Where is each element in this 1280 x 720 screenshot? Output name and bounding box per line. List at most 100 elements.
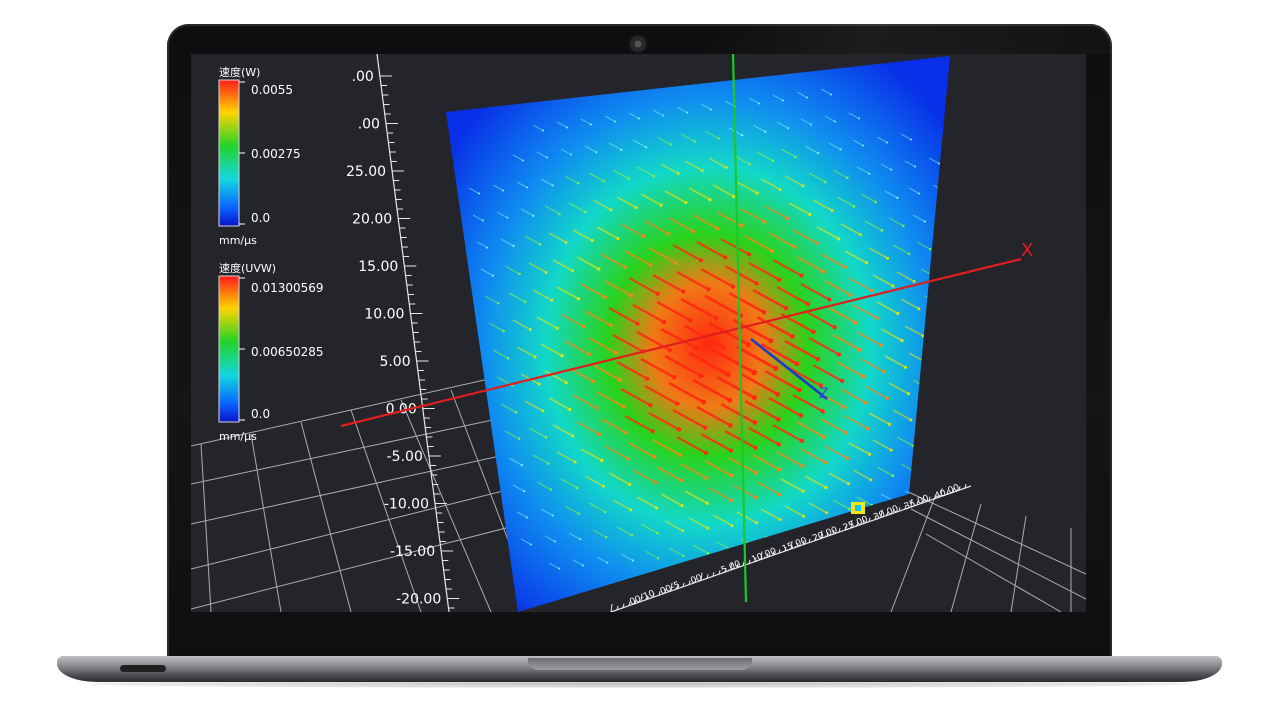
y-tick-label: .00 — [358, 117, 380, 133]
velocity-vector-head — [520, 463, 524, 467]
velocity-vector-head — [704, 476, 709, 480]
velocity-vector-head — [486, 246, 489, 249]
y-tick-label: 20.00 — [352, 212, 392, 228]
velocity-vector-head — [694, 346, 699, 351]
velocity-vector-head — [914, 165, 916, 168]
velocity-vector-head — [822, 434, 827, 439]
velocity-vector — [936, 376, 950, 386]
velocity-vector-head — [582, 564, 584, 567]
legend-uvw: 速度(UVW) 0.01300569 0.00650285 0.0 mm/μs — [218, 261, 324, 443]
velocity-vector-head — [830, 208, 834, 212]
velocity-vector-head — [847, 507, 851, 511]
velocity-vector-head — [907, 252, 911, 256]
velocity-vector-head — [669, 143, 672, 146]
velocity-vector-head — [858, 117, 860, 120]
velocity-vector-head — [830, 93, 832, 96]
velocity-vector-head — [724, 166, 728, 169]
velocity-vector-head — [891, 474, 895, 478]
velocity-vector-head — [544, 271, 548, 274]
velocity-vector — [957, 347, 969, 353]
velocity-vector-head — [748, 162, 752, 166]
velocity-vector-head — [825, 511, 829, 515]
velocity-vector-head — [887, 422, 892, 426]
velocity-vector-head — [868, 172, 871, 175]
velocity-vector-head — [846, 482, 851, 486]
velocity-vector-head — [666, 232, 671, 236]
velocity-vector-head — [626, 456, 630, 461]
velocity-vector-head — [955, 271, 957, 273]
velocity-vector-head — [783, 305, 789, 311]
velocity-vector-head — [506, 357, 510, 360]
velocity-vector-head — [523, 300, 527, 304]
velocity-vector-head — [655, 291, 660, 296]
velocity-vector-head — [706, 552, 710, 555]
velocity-vector-head — [776, 442, 781, 447]
velocity-vector-head — [758, 102, 760, 105]
velocity-vector — [936, 211, 948, 218]
velocity-vector-head — [680, 503, 684, 508]
velocity-vector-head — [478, 192, 480, 195]
velocity-vector-head — [514, 410, 518, 414]
velocity-vector — [948, 292, 950, 301]
velocity-vector-head — [802, 514, 806, 518]
velocity-vector-head — [896, 196, 899, 199]
velocity-vector-head — [789, 333, 795, 339]
velocity-vector-head — [676, 427, 682, 432]
velocity-vector-head — [824, 485, 828, 490]
velocity-vector-head — [886, 141, 888, 144]
velocity-vector-head — [754, 495, 758, 500]
velocity-vector-head — [871, 529, 874, 532]
x-tick-label: 30.00 — [872, 504, 900, 523]
velocity-vector-head — [526, 516, 528, 519]
velocity-vector-head — [858, 233, 862, 237]
legend-uvw-mid: 0.00650285 — [251, 345, 324, 359]
velocity-vector-head — [785, 216, 790, 221]
velocity-vector-head — [517, 437, 521, 440]
legend-w-unit: mm/μs — [219, 234, 257, 247]
velocity-vector-head — [542, 129, 544, 132]
velocity-vector-head — [845, 456, 850, 461]
velocity-vector-head — [950, 244, 952, 246]
velocity-vector-head — [645, 376, 650, 381]
velocity-vector-head — [555, 326, 559, 330]
velocity-vector-head — [529, 328, 532, 332]
legend-uvw-title: 速度(UVW) — [219, 261, 276, 275]
velocity-vector-head — [723, 255, 728, 260]
velocity-vector-head — [546, 156, 548, 159]
velocity-vector-head — [582, 324, 586, 329]
velocity-vector-head — [491, 274, 495, 277]
velocity-vector-head — [777, 467, 782, 472]
lid-reflection — [700, 24, 1112, 54]
velocity-vector-head — [874, 316, 879, 320]
velocity-vector-head — [725, 371, 731, 378]
velocity-vector-head — [918, 192, 920, 195]
velocity-vector-head — [706, 526, 710, 530]
y-tick-label: .00 — [352, 69, 374, 85]
velocity-vector-head — [676, 172, 680, 175]
velocity-vector — [953, 320, 965, 327]
velocity-vector-head — [911, 444, 915, 448]
velocity-vector-head — [775, 391, 781, 397]
velocity-vector — [961, 374, 972, 380]
velocity-vector-head — [602, 484, 606, 488]
velocity-vector-head — [811, 329, 816, 335]
velocity-vector-head — [678, 453, 683, 458]
velocity-vector-head — [754, 521, 758, 525]
velocity-vector-head — [623, 265, 627, 269]
x-axis-label: X — [1021, 240, 1033, 261]
velocity-vector-head — [551, 514, 554, 517]
legend-w-title: 速度(W) — [219, 65, 260, 79]
velocity-vector-head — [910, 138, 912, 141]
velocity-vector-head — [808, 212, 812, 217]
velocity-vector-head — [614, 350, 618, 355]
velocity-vector-head — [755, 191, 759, 195]
velocity-vector-head — [770, 248, 774, 253]
x-tick-label: 00-10 — [628, 589, 656, 608]
velocity-vector-head — [558, 567, 560, 570]
velocity-vector-head — [728, 423, 733, 428]
velocity-vector-head — [906, 392, 911, 396]
velocity-vector-head — [923, 220, 926, 223]
velocity-vector-head — [628, 482, 632, 486]
velocity-vector-head — [652, 174, 656, 178]
velocity-vector-head — [842, 405, 847, 410]
